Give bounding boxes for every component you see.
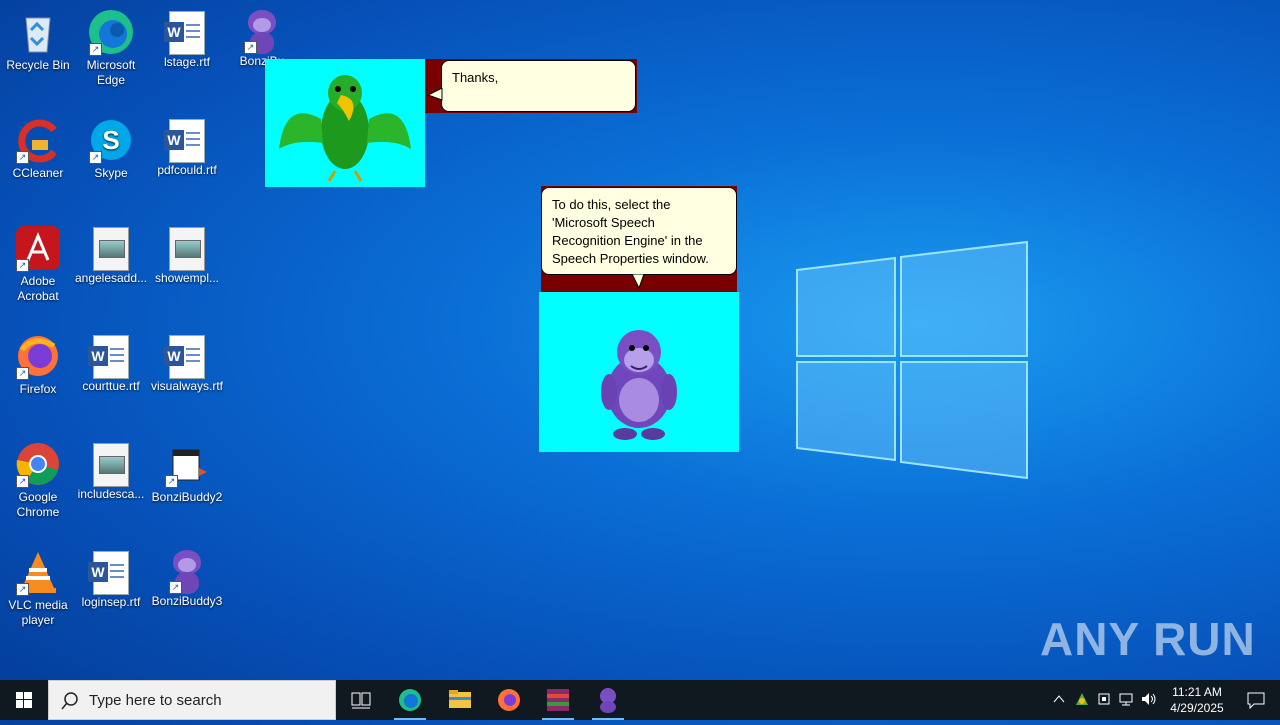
- adobe-acrobat-icon: ↗: [14, 224, 62, 272]
- word-document-icon: W: [88, 335, 129, 379]
- desktop-icon-firefox[interactable]: ↗ Firefox: [0, 332, 76, 397]
- desktop-icon-label: lstage.rtf: [163, 55, 211, 69]
- desktop-icon-adobe-acrobat[interactable]: ↗ Adobe Acrobat: [0, 224, 76, 304]
- bonzi-bubble-pointer: [632, 274, 645, 290]
- bonzibuddy-character: [601, 330, 677, 440]
- taskbar: Type here to search 11:21 AM 4/29/2025: [0, 680, 1280, 720]
- parrot-speech-bubble: Thanks,: [441, 60, 636, 112]
- desktop-icon-label: loginsep.rtf: [81, 595, 141, 609]
- firefox-icon: ↗: [14, 332, 62, 380]
- taskbar-edge[interactable]: [386, 680, 434, 720]
- desktop-icon-ccleaner[interactable]: ↗ CCleaner: [0, 116, 76, 181]
- taskbar-file-explorer[interactable]: [436, 680, 484, 720]
- anyrun-watermark: ANY RUN: [1040, 613, 1256, 665]
- parrot-character: [279, 75, 411, 182]
- desktop-icon-vlc-media-player[interactable]: ↗ VLC media player: [0, 548, 76, 628]
- desktop-icon-label: angelesadd...: [74, 271, 148, 285]
- task-view-icon: [351, 692, 371, 709]
- desktop-icon-label: visualways.rtf: [150, 379, 224, 393]
- windows-start-icon: [16, 692, 32, 708]
- desktop-icon-label: CCleaner: [12, 166, 64, 180]
- bonzibuddy-agent-window[interactable]: [539, 292, 739, 452]
- recycle-bin-icon: [14, 8, 62, 56]
- tray-app-icon[interactable]: [1074, 691, 1090, 707]
- blank-executable-icon: ↗: [163, 440, 211, 488]
- svg-text:S: S: [102, 125, 119, 155]
- edge-icon: [399, 689, 421, 711]
- clock-time: 11:21 AM: [1172, 685, 1222, 699]
- word-document-icon: W: [164, 335, 205, 379]
- start-button[interactable]: [0, 680, 48, 720]
- taskbar-search-box[interactable]: Type here to search: [48, 680, 336, 720]
- taskbar-firefox[interactable]: [485, 680, 533, 720]
- bonzi-speech-bubble: To do this, select the 'Microsoft Speech…: [541, 187, 737, 275]
- parrot-speech-text: Thanks,: [452, 70, 499, 85]
- winrar-icon: [547, 689, 569, 711]
- desktop-icon-loginsep-rtf[interactable]: W loginsep.rtf: [73, 548, 149, 610]
- desktop-icon-bonzibuddy3[interactable]: ↗ BonziBuddy3: [149, 548, 225, 609]
- device-icon[interactable]: [1096, 691, 1112, 707]
- taskbar-clock[interactable]: 11:21 AM 4/29/2025: [1162, 684, 1232, 716]
- search-placeholder: Type here to search: [89, 692, 222, 709]
- desktop-icon-lstage-rtf[interactable]: W lstage.rtf: [149, 8, 225, 70]
- taskbar-winrar[interactable]: [534, 680, 582, 720]
- image-file-icon: [93, 443, 129, 487]
- word-document-icon: W: [164, 119, 205, 163]
- search-icon: [61, 692, 78, 710]
- word-document-icon: W: [164, 11, 205, 55]
- desktop-icon-courttue-rtf[interactable]: W courttue.rtf: [73, 332, 149, 394]
- bonzibuddy-icon: [600, 688, 616, 713]
- notification-center-icon[interactable]: [1246, 691, 1266, 709]
- desktop-icon-visualways-rtf[interactable]: W visualways.rtf: [149, 332, 225, 394]
- ccleaner-icon: ↗: [14, 116, 62, 164]
- desktop-icon-label: Firefox: [19, 382, 57, 396]
- desktop-icon-label: pdfcould.rtf: [157, 163, 217, 177]
- vlc-icon: ↗: [14, 548, 62, 596]
- desktop-icon-label: Google Chrome: [16, 490, 60, 519]
- folder-icon: [449, 690, 471, 708]
- edge-icon: ↗: [87, 8, 135, 56]
- task-view-button[interactable]: [336, 680, 384, 720]
- network-icon[interactable]: [1118, 691, 1136, 707]
- desktop-icon-label: showempl...: [154, 271, 220, 285]
- taskbar-bonzibuddy[interactable]: [584, 680, 632, 720]
- desktop-icon-label: includesca...: [77, 487, 145, 501]
- parrot-bubble-pointer: [428, 88, 443, 101]
- bonzibuddy-icon: ↗: [167, 550, 207, 594]
- skype-icon: S ↗: [87, 116, 135, 164]
- windows-logo-wallpaper: [795, 240, 1030, 480]
- desktop-icon-recycle-bin[interactable]: Recycle Bin: [0, 8, 76, 73]
- desktop-icon-skype[interactable]: S ↗ Skype: [73, 116, 149, 181]
- parrot-agent-window[interactable]: [265, 59, 425, 187]
- chrome-icon: ↗: [14, 440, 62, 488]
- desktop-icon-showempl[interactable]: showempl...: [149, 224, 225, 286]
- desktop-icon-label: Adobe Acrobat: [17, 274, 59, 303]
- desktop-icon-pdfcould-rtf[interactable]: W pdfcould.rtf: [149, 116, 225, 178]
- desktop-icon-label: courttue.rtf: [82, 379, 140, 393]
- volume-icon[interactable]: [1140, 691, 1158, 707]
- desktop-icon-includesca[interactable]: includesca...: [73, 440, 149, 502]
- desktop-icon-label: BonziBuddy2: [151, 490, 223, 504]
- desktop-icon-label: VLC media player: [8, 598, 68, 627]
- bonzibuddy-icon: ↗: [242, 10, 282, 54]
- image-file-icon: [169, 227, 205, 271]
- desktop-icon-label: Skype: [94, 166, 128, 180]
- desktop-icon-label: Recycle Bin: [6, 58, 70, 72]
- desktop-icon-google-chrome[interactable]: ↗ Google Chrome: [0, 440, 76, 520]
- image-file-icon: [93, 227, 129, 271]
- firefox-icon: [498, 689, 520, 711]
- desktop-icon-angelesadd[interactable]: angelesadd...: [73, 224, 149, 286]
- bonzi-speech-text: To do this, select the 'Microsoft Speech…: [552, 197, 709, 266]
- desktop-icon-bonzibuddy2[interactable]: ↗ BonziBuddy2: [149, 440, 225, 505]
- desktop-icon-label: BonziBuddy3: [151, 594, 223, 608]
- word-document-icon: W: [88, 551, 129, 595]
- desktop-icon-microsoft-edge[interactable]: ↗ Microsoft Edge: [73, 8, 149, 88]
- chevron-up-icon[interactable]: [1052, 692, 1066, 706]
- clock-date: 4/29/2025: [1170, 701, 1224, 715]
- desktop-icon-label: Microsoft Edge: [86, 58, 136, 87]
